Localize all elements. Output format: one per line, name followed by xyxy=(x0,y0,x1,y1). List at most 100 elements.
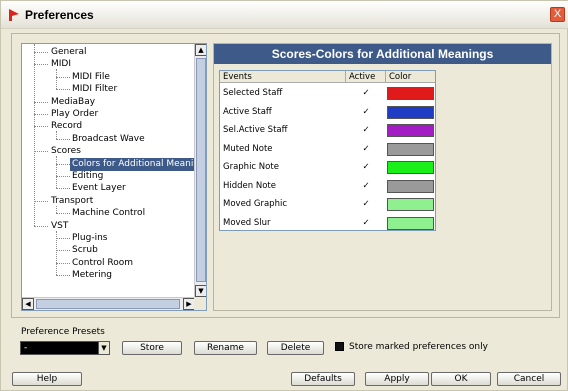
tree-horizontal-scrollbar[interactable]: ◀ ▶ xyxy=(22,297,196,310)
tree-item-label: Broadcast Wave xyxy=(72,133,145,144)
tree-connector xyxy=(34,151,48,153)
active-checkmark[interactable]: ✓ xyxy=(346,103,386,122)
tree-item[interactable]: Record xyxy=(22,120,194,133)
table-row[interactable]: Moved Slur ✓ xyxy=(220,214,435,233)
tree-item[interactable]: Colors for Additional Meanings xyxy=(22,157,206,171)
table-row[interactable]: Hidden Note ✓ xyxy=(220,177,435,196)
color-swatch[interactable] xyxy=(387,87,434,100)
panel-title: Scores-Colors for Additional Meanings xyxy=(214,44,551,64)
preferences-tree[interactable]: General MIDI MIDI File MIDI Filter MediaBay P… xyxy=(21,43,207,311)
tree-item[interactable]: Control Room xyxy=(22,257,194,270)
active-checkmark[interactable]: ✓ xyxy=(346,140,386,159)
event-name-cell: Graphic Note xyxy=(223,162,279,172)
scroll-down-button[interactable]: ▼ xyxy=(195,285,206,297)
table-header: Events Active Color xyxy=(220,71,435,83)
apply-button[interactable]: Apply xyxy=(365,372,429,386)
tree-item[interactable]: MIDI Filter xyxy=(22,83,194,96)
active-checkmark[interactable]: ✓ xyxy=(346,158,386,177)
tree-item-label: Record xyxy=(51,121,83,132)
scroll-up-button[interactable]: ▲ xyxy=(195,44,206,56)
tree-item-label: Machine Control xyxy=(72,208,146,219)
preference-presets-label: Preference Presets xyxy=(21,327,105,337)
tree-connector xyxy=(56,89,70,91)
column-header-events[interactable]: Events xyxy=(220,71,346,83)
color-swatch[interactable] xyxy=(387,216,434,230)
tree-item[interactable]: Machine Control xyxy=(22,207,194,220)
ok-button[interactable]: OK xyxy=(431,372,491,386)
tree-item[interactable]: Scores xyxy=(22,145,194,158)
event-name-cell: Muted Note xyxy=(223,143,273,154)
color-swatch[interactable] xyxy=(387,198,434,211)
table-row[interactable]: Moved Graphic ✓ xyxy=(220,195,435,214)
table-row[interactable]: Muted Note ✓ xyxy=(220,140,435,159)
tree-connector xyxy=(56,262,70,264)
tree-connector xyxy=(34,126,48,128)
tree-connector xyxy=(56,188,70,190)
tree-connector xyxy=(34,64,48,66)
tree-item[interactable]: Plug-ins xyxy=(22,232,194,245)
active-checkmark[interactable]: ✓ xyxy=(346,121,386,140)
tree-connector xyxy=(56,76,70,78)
cancel-button[interactable]: Cancel xyxy=(497,372,561,386)
tree-item-label: MIDI Filter xyxy=(72,84,118,95)
tree-item[interactable]: MIDI File xyxy=(22,71,194,84)
tree-item[interactable]: VST xyxy=(22,220,194,233)
color-swatch[interactable] xyxy=(387,105,434,119)
preference-presets-select[interactable]: - ▼ xyxy=(20,341,110,355)
tree-connector xyxy=(34,52,48,53)
tree-item-label: Plug-ins xyxy=(72,233,108,243)
chevron-down-icon[interactable]: ▼ xyxy=(98,342,109,354)
color-swatch[interactable] xyxy=(387,124,434,137)
tree-item[interactable]: General xyxy=(22,46,194,59)
settings-panel: Scores-Colors for Additional Meanings Ev… xyxy=(213,43,552,311)
table-row[interactable]: Sel.Active Staff ✓ xyxy=(220,121,435,140)
event-name-cell: Moved Graphic xyxy=(223,199,287,209)
active-checkmark[interactable]: ✓ xyxy=(346,84,386,103)
help-button[interactable]: Help xyxy=(12,372,82,386)
tree-connector xyxy=(56,213,70,215)
event-name-cell: Selected Staff xyxy=(223,88,283,98)
active-checkmark[interactable]: ✓ xyxy=(346,214,386,233)
tree-vertical-scrollbar[interactable]: ▲ ▼ xyxy=(194,44,206,298)
table-row[interactable]: Active Staff ✓ xyxy=(220,103,435,122)
table-row[interactable]: Selected Staff ✓ xyxy=(220,84,435,103)
tree-item-label: Play Order xyxy=(51,109,99,119)
defaults-button[interactable]: Defaults xyxy=(291,372,355,386)
store-button[interactable]: Store xyxy=(122,341,182,355)
title-bar[interactable]: Preferences X xyxy=(1,1,568,29)
tree-item-label: Scrub xyxy=(72,245,98,256)
tree-guide-line xyxy=(56,156,57,189)
tree-item-label: General xyxy=(51,47,87,57)
horizontal-scroll-thumb[interactable] xyxy=(36,299,180,309)
active-checkmark[interactable]: ✓ xyxy=(346,177,386,196)
column-header-active[interactable]: Active xyxy=(346,71,386,83)
scrollbar-corner xyxy=(194,297,206,310)
tree-item[interactable]: MediaBay xyxy=(22,96,194,109)
color-swatch[interactable] xyxy=(387,142,434,156)
store-marked-checkbox[interactable] xyxy=(335,342,344,351)
table-row[interactable]: Graphic Note ✓ xyxy=(220,158,435,177)
active-checkmark[interactable]: ✓ xyxy=(346,195,386,214)
tree-item[interactable]: MIDI xyxy=(22,58,194,71)
scroll-left-button[interactable]: ◀ xyxy=(22,298,34,310)
tree-connector xyxy=(34,114,48,115)
rename-button[interactable]: Rename xyxy=(194,341,257,355)
tree-item-label: MIDI xyxy=(51,59,72,70)
tree-guide-line xyxy=(56,205,57,214)
tree-item[interactable]: Editing xyxy=(22,170,194,183)
presets-selected-value: - xyxy=(24,343,28,353)
delete-button[interactable]: Delete xyxy=(267,341,324,355)
tree-item[interactable]: Scrub xyxy=(22,244,194,257)
column-header-color[interactable]: Color xyxy=(386,71,435,83)
tree-connector xyxy=(56,275,70,277)
color-swatch[interactable] xyxy=(387,179,434,193)
tree-item[interactable]: Transport xyxy=(22,195,194,208)
tree-item[interactable]: Event Layer xyxy=(22,182,194,195)
tree-item[interactable]: Broadcast Wave xyxy=(22,133,194,146)
vertical-scroll-thumb[interactable] xyxy=(196,58,206,282)
tree-item[interactable]: Metering xyxy=(22,269,194,282)
tree-item-label: Colors for Additional Meanings xyxy=(70,157,206,171)
close-button[interactable]: X xyxy=(550,7,565,22)
tree-item[interactable]: Play Order xyxy=(22,108,194,121)
color-swatch[interactable] xyxy=(387,161,434,174)
